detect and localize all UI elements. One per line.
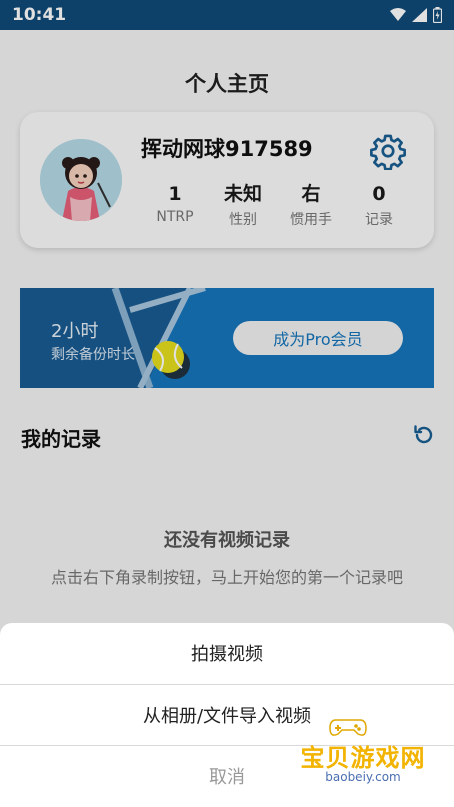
watermark-url: baobeiy.com [325, 770, 401, 784]
record-video-option[interactable]: 拍摄视频 [0, 623, 454, 683]
site-watermark: 宝贝游戏网 baobeiy.com [278, 712, 448, 807]
watermark-text: 宝贝游戏网 [300, 744, 426, 772]
